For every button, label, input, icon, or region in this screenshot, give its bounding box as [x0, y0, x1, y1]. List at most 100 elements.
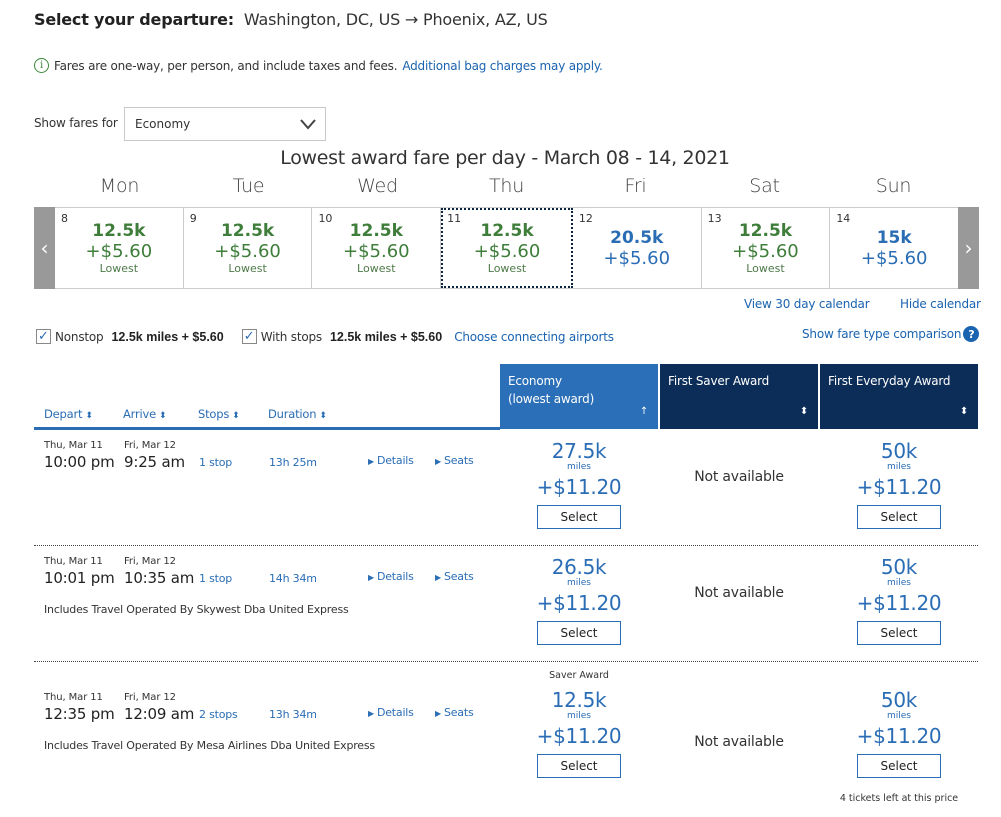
- duration: 14h 34m: [269, 572, 317, 585]
- select-first-everyday-button[interactable]: Select: [857, 621, 941, 645]
- miles-unit: miles: [567, 462, 591, 472]
- details-link[interactable]: ▶ Details: [368, 454, 414, 467]
- day-number: 10: [318, 212, 333, 225]
- chevron-left-icon: ‹: [40, 236, 49, 260]
- stop-filters: ✓ Nonstop 12.5k miles + $5.60 ✓ With sto…: [36, 329, 614, 344]
- select-first-everyday-button[interactable]: Select: [857, 505, 941, 529]
- economy-column-header[interactable]: Economy (lowest award) ↑: [500, 364, 658, 429]
- nonstop-label: Nonstop: [55, 329, 104, 344]
- seats-link[interactable]: ▶ Seats: [435, 706, 474, 719]
- chevron-down-icon: [300, 119, 316, 130]
- arrive-date: Fri, Mar 12: [124, 692, 176, 703]
- calendar-title: Lowest award fare per day - March 08 - 1…: [280, 147, 730, 169]
- sort-arrive[interactable]: Arrive ⬍: [123, 407, 167, 421]
- day-miles: 15k: [876, 228, 912, 248]
- depart-time: 10:00 pm: [44, 453, 115, 471]
- select-economy-button[interactable]: Select: [537, 621, 621, 645]
- caret-right-icon: ▶: [435, 457, 441, 466]
- route: Washington, DC, US → Phoenix, AZ, US: [243, 10, 548, 29]
- sort-ascending-icon: ↑: [639, 406, 648, 417]
- day-number: 9: [189, 212, 197, 225]
- column-subtitle: (lowest award): [508, 392, 595, 406]
- calendar-day[interactable]: 8 12.5k +$5.60 Lowest: [55, 208, 184, 288]
- chevron-right-icon: ›: [964, 236, 973, 260]
- fare-miles: 50k: [880, 555, 918, 579]
- select-first-everyday-button[interactable]: Select: [857, 754, 941, 778]
- day-name: Wed: [357, 175, 398, 197]
- stops-link[interactable]: 2 stops: [199, 708, 238, 721]
- help-icon[interactable]: ?: [963, 326, 980, 342]
- day-name: Sun: [875, 175, 912, 197]
- details-link[interactable]: ▶ Details: [368, 570, 414, 583]
- fare-fee: +$11.20: [536, 724, 622, 748]
- with-stops-value: 12.5k miles + $5.60: [329, 329, 443, 344]
- day-fee: +$5.60: [732, 241, 799, 262]
- hide-calendar-link[interactable]: Hide calendar: [900, 297, 981, 311]
- calendar-day[interactable]: 14 15k +$5.60: [830, 208, 958, 288]
- depart-date: Thu, Mar 11: [44, 692, 103, 703]
- calendar-next-button[interactable]: ›: [958, 207, 979, 289]
- nonstop-value: 12.5k miles + $5.60: [111, 329, 224, 344]
- select-economy-button[interactable]: Select: [537, 505, 621, 529]
- day-number: 11: [447, 212, 462, 225]
- column-title: Economy: [508, 374, 562, 388]
- first-everyday-column-header[interactable]: First Everyday Award ⬍: [820, 364, 978, 429]
- with-stops-checkbox[interactable]: ✓: [241, 329, 257, 344]
- arrive-time: 10:35 am: [124, 569, 195, 587]
- select-economy-button[interactable]: Select: [537, 754, 621, 778]
- sort-duration[interactable]: Duration ⬍: [268, 407, 327, 421]
- fare-fee: +$11.20: [536, 475, 622, 499]
- calendar-strip: 8 12.5k +$5.60 Lowest 9 12.5k +$5.60 Lowest 10 12…: [55, 207, 958, 289]
- day-number: 13: [707, 212, 722, 225]
- arrive-date: Fri, Mar 12: [124, 556, 176, 567]
- stops-link[interactable]: 1 stop: [199, 572, 232, 585]
- details-link[interactable]: ▶ Details: [368, 706, 414, 719]
- cabin-select[interactable]: Economy: [124, 107, 326, 141]
- caret-right-icon: ▶: [435, 573, 441, 582]
- fare-miles: 12.5k: [551, 688, 607, 712]
- duration: 13h 34m: [269, 708, 317, 721]
- miles-unit: miles: [887, 711, 911, 721]
- seats-link[interactable]: ▶ Seats: [435, 454, 474, 467]
- first-everyday-fare: 50k miles +$11.20 Select: [820, 440, 978, 529]
- first-saver-not-available: Not available: [694, 585, 784, 601]
- sort-icon: ⬍: [159, 411, 167, 421]
- caret-right-icon: ▶: [435, 709, 441, 718]
- fare-fee: +$11.20: [536, 591, 622, 615]
- show-fare-type-comparison-link[interactable]: Show fare type comparison: [802, 327, 962, 341]
- nonstop-checkbox[interactable]: ✓: [36, 329, 51, 344]
- day-names: Mon Tue Wed Thu Fri Sat Sun: [55, 175, 958, 197]
- sort-icon: ⬍: [319, 411, 327, 421]
- calendar-day[interactable]: 12 20.5k +$5.60: [573, 208, 702, 288]
- stops-link[interactable]: 1 stop: [199, 456, 232, 469]
- day-fee: +$5.60: [214, 241, 281, 262]
- calendar-day[interactable]: 11 12.5k +$5.60 Lowest: [441, 208, 573, 288]
- sort-stops[interactable]: Stops ⬍: [198, 407, 240, 421]
- arrive-time: 12:09 am: [124, 705, 195, 723]
- calendar-day[interactable]: 13 12.5k +$5.60 Lowest: [702, 208, 831, 288]
- day-name: Tue: [232, 175, 265, 197]
- calendar-day[interactable]: 10 12.5k +$5.60 Lowest: [312, 208, 442, 288]
- checkmark-icon: ✓: [243, 329, 255, 344]
- depart-time: 10:01 pm: [44, 569, 115, 587]
- calendar-prev-button[interactable]: ‹: [34, 207, 55, 289]
- info-icon: i: [34, 58, 49, 73]
- view-30-day-calendar-link[interactable]: View 30 day calendar: [744, 297, 870, 311]
- day-fee: +$5.60: [85, 241, 153, 262]
- arrive-time: 9:25 am: [124, 453, 185, 471]
- sort-icon: ⬍: [799, 406, 808, 417]
- show-fares-label: Show fares for: [34, 116, 118, 130]
- caret-right-icon: ▶: [368, 457, 374, 466]
- fare-fee: +$11.20: [856, 724, 942, 748]
- fare-info: i Fares are one-way, per person, and inc…: [34, 58, 603, 73]
- day-fee: +$5.60: [603, 248, 671, 269]
- seats-link[interactable]: ▶ Seats: [435, 570, 474, 583]
- caret-right-icon: ▶: [368, 709, 374, 718]
- calendar-day[interactable]: 9 12.5k +$5.60 Lowest: [184, 208, 313, 288]
- first-saver-column-header[interactable]: First Saver Award ⬍: [660, 364, 818, 429]
- choose-connecting-airports-link[interactable]: Choose connecting airports: [454, 330, 614, 344]
- day-fee: +$5.60: [473, 241, 541, 262]
- bag-charges-link[interactable]: Additional bag charges may apply.: [402, 59, 602, 73]
- sort-depart[interactable]: Depart ⬍: [44, 407, 93, 421]
- operated-by: Includes Travel Operated By Skywest Dba …: [44, 603, 349, 616]
